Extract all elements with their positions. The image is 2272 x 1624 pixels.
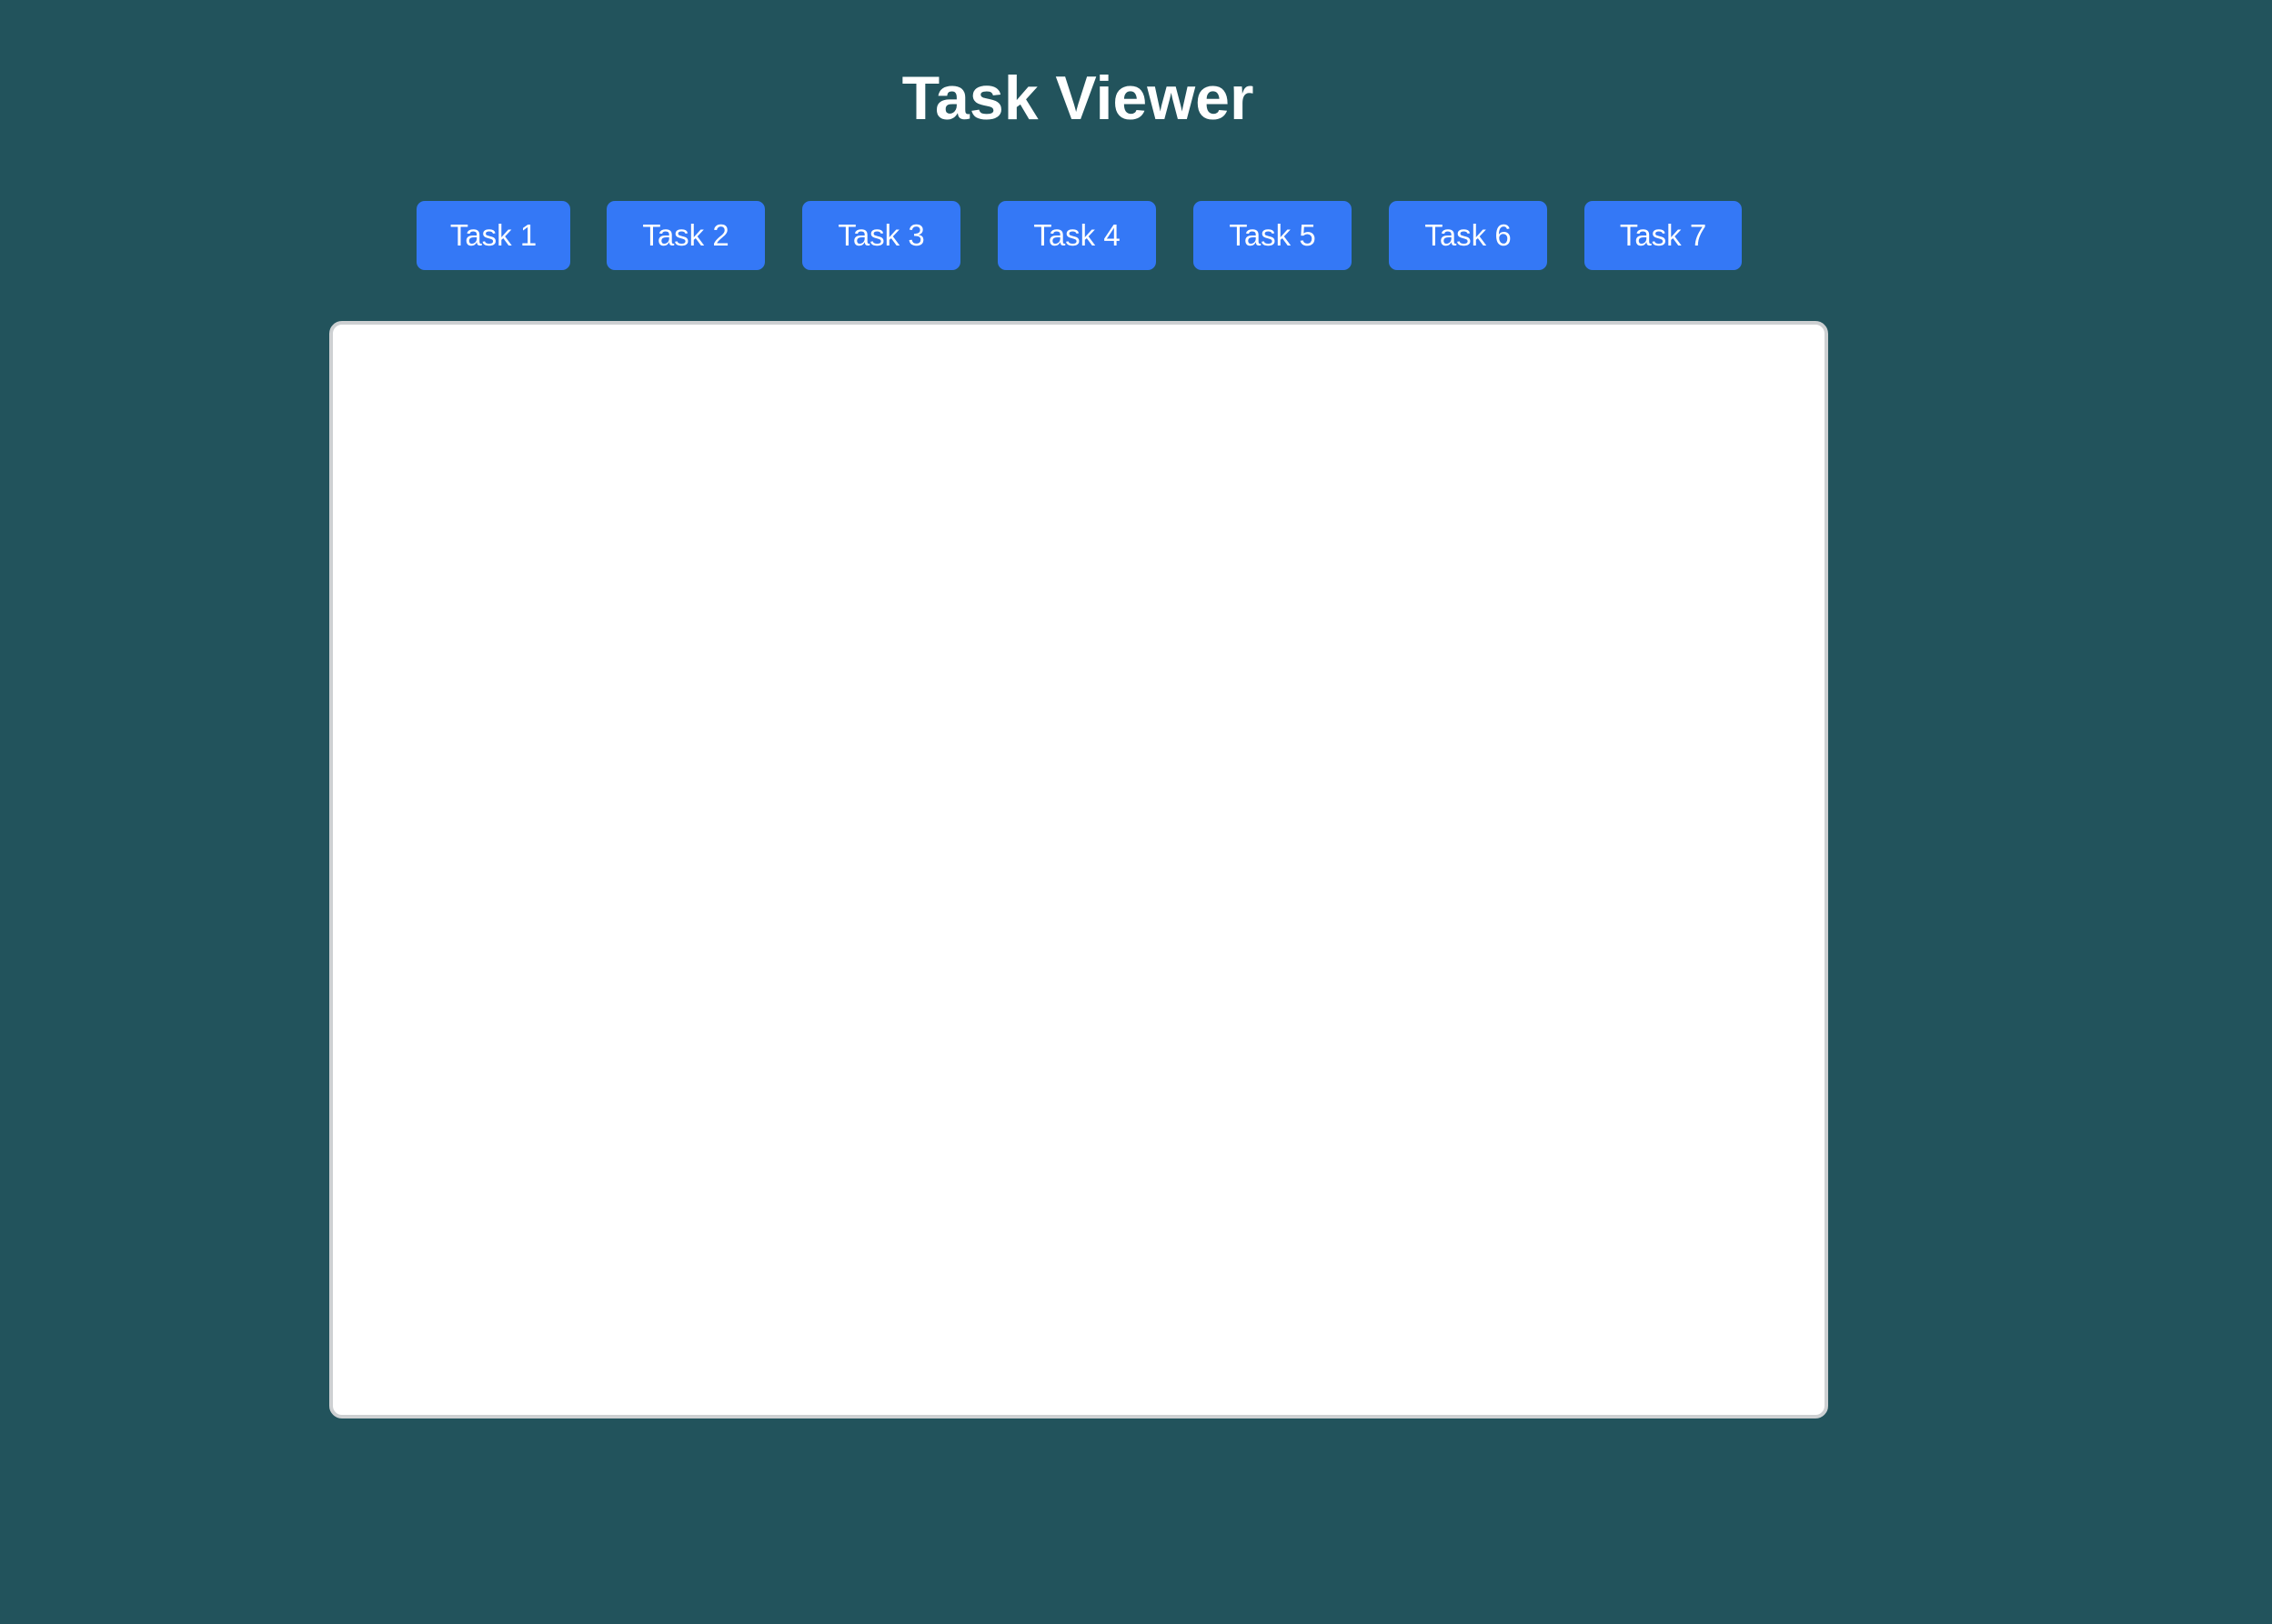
task-5-button[interactable]: Task 5 — [1193, 201, 1352, 270]
task-4-button[interactable]: Task 4 — [998, 201, 1156, 270]
page-title: Task Viewer — [901, 64, 1254, 133]
task-6-button[interactable]: Task 6 — [1389, 201, 1547, 270]
task-1-button[interactable]: Task 1 — [417, 201, 570, 270]
task-viewer-panel — [329, 321, 1828, 1418]
task-button-bar: Task 1 Task 2 Task 3 Task 4 Task 5 Task … — [417, 201, 1742, 270]
task-7-button[interactable]: Task 7 — [1584, 201, 1742, 270]
task-2-button[interactable]: Task 2 — [607, 201, 765, 270]
task-3-button[interactable]: Task 3 — [802, 201, 960, 270]
